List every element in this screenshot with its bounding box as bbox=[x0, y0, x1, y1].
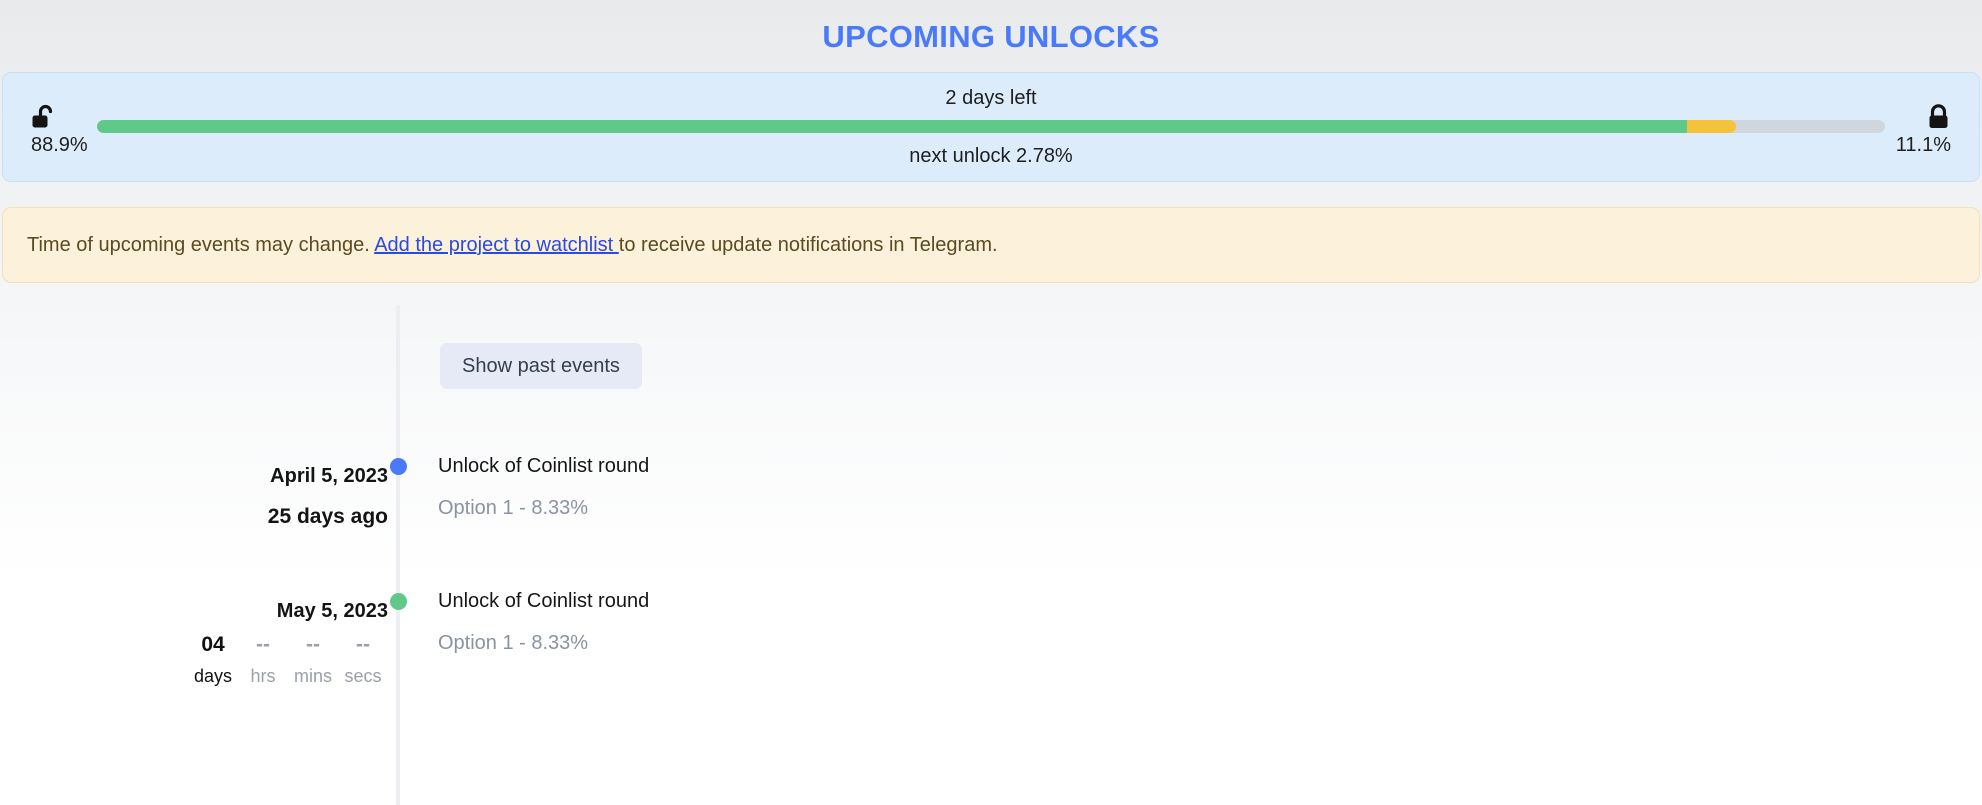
lock-closed-icon bbox=[1926, 103, 1951, 132]
show-past-events-button[interactable]: Show past events bbox=[440, 343, 642, 389]
locked-stat: 11.1% bbox=[1889, 103, 1951, 156]
events-timeline: Show past events April 5, 2023 25 days a… bbox=[0, 291, 1982, 805]
unlocked-percent: 88.9% bbox=[31, 133, 88, 156]
countdown-mins-label: mins bbox=[293, 666, 332, 686]
countdown-hrs-value: -- bbox=[256, 633, 270, 656]
countdown-hrs: -- hrs bbox=[238, 634, 288, 685]
timeline-axis-line bbox=[396, 305, 400, 805]
time-left-label: 2 days left bbox=[945, 87, 1037, 109]
event-subtitle: Option 1 - 8.33% bbox=[438, 632, 589, 654]
next-unlock-label: next unlock 2.78% bbox=[909, 145, 1073, 167]
event-left-column: May 5, 2023 04 days -- hrs -- mins -- se… bbox=[0, 601, 388, 685]
countdown-secs: -- secs bbox=[338, 634, 388, 685]
countdown-secs-value: -- bbox=[356, 633, 370, 656]
progress-segment-unlocked bbox=[97, 120, 1687, 133]
notice-text: Time of upcoming events may change. Add … bbox=[27, 232, 998, 258]
show-past-events-row: Show past events bbox=[440, 343, 642, 389]
event-date: May 5, 2023 bbox=[276, 600, 388, 622]
page-title: UPCOMING UNLOCKS bbox=[822, 18, 1160, 54]
event-relative-time: 25 days ago bbox=[267, 505, 388, 528]
event-right-column: Unlock of Coinlist round Option 1 - 8.33… bbox=[438, 456, 649, 518]
event-date: April 5, 2023 bbox=[270, 465, 388, 487]
notice-text-after: to receive update notifications in Teleg… bbox=[618, 234, 998, 256]
upcoming-unlocks-page: UPCOMING UNLOCKS 88.9% 2 days left next … bbox=[0, 0, 1982, 805]
page-header: UPCOMING UNLOCKS bbox=[0, 0, 1982, 72]
add-to-watchlist-link[interactable]: Add the project to watchlist bbox=[374, 234, 619, 256]
unlock-progress-panel: 88.9% 2 days left next unlock 2.78% 11.1… bbox=[2, 72, 1980, 182]
timeline-dot bbox=[390, 593, 407, 610]
event-title: Unlock of Coinlist round bbox=[438, 590, 650, 612]
countdown-days-label: days bbox=[193, 666, 233, 686]
event-left-column: April 5, 2023 25 days ago bbox=[0, 466, 388, 527]
notice-text-before: Time of upcoming events may change. bbox=[27, 234, 375, 256]
countdown-days-value: 04 bbox=[201, 633, 225, 656]
event-right-column: Unlock of Coinlist round Option 1 - 8.33… bbox=[438, 591, 649, 653]
progress-bar-group: 2 days left next unlock 2.78% bbox=[93, 88, 1889, 166]
unlock-progress-bar bbox=[97, 120, 1885, 133]
locked-percent: 11.1% bbox=[1895, 133, 1951, 156]
countdown-hrs-label: hrs bbox=[250, 666, 276, 686]
countdown-mins: -- mins bbox=[288, 634, 338, 685]
event-title: Unlock of Coinlist round bbox=[438, 455, 650, 477]
watchlist-notice-banner: Time of upcoming events may change. Add … bbox=[2, 207, 1980, 283]
timeline-dot bbox=[390, 458, 407, 475]
progress-segment-next-unlock bbox=[1686, 120, 1737, 133]
countdown-secs-label: secs bbox=[344, 666, 382, 686]
countdown-days: 04 days bbox=[188, 634, 238, 685]
unlock-open-icon bbox=[31, 104, 58, 132]
unlocked-stat: 88.9% bbox=[31, 104, 93, 155]
countdown-mins-value: -- bbox=[306, 633, 320, 656]
event-subtitle: Option 1 - 8.33% bbox=[438, 497, 589, 519]
event-countdown: 04 days -- hrs -- mins -- secs bbox=[0, 634, 388, 685]
